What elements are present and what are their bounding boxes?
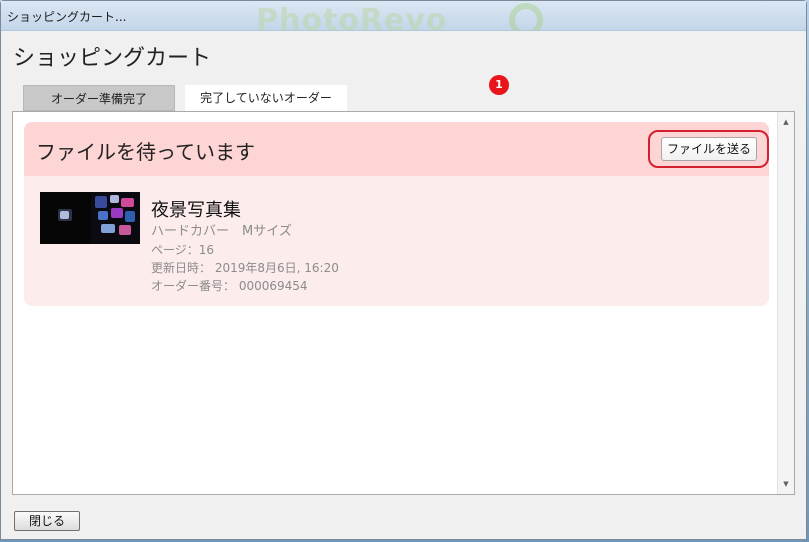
chevron-up-icon[interactable]: ▲ (778, 114, 794, 130)
thumbnail-photo (119, 225, 131, 235)
thumbnail-photo (101, 224, 115, 233)
tab-label: オーダー準備完了 (50, 92, 147, 106)
close-button[interactable]: 閉じる (14, 511, 80, 531)
item-title: 夜景写真集 (151, 200, 241, 221)
brand-logo-icon (509, 3, 543, 30)
photobook-thumbnail (40, 192, 140, 244)
chevron-down-icon[interactable]: ▼ (778, 476, 794, 492)
thumbnail-photo (111, 208, 123, 218)
order-card: ファイルを待っています ファイルを送る 夜景写真集 ハードカバー Mサイズ ペー… (24, 122, 769, 306)
thumbnail-photo (125, 211, 135, 222)
thumbnail-photo (121, 198, 134, 207)
tab-label: 完了していないオーダー (200, 91, 332, 105)
tab-incomplete-orders[interactable]: 完了していないオーダー 1 (185, 75, 509, 111)
thumbnail-photo (110, 195, 119, 203)
vertical-scrollbar[interactable]: ▲ ▼ (777, 112, 794, 494)
thumbnail-photo (58, 209, 72, 221)
shopping-cart-window: ショッピングカート... PhotoRevo ショッピングカート オーダー準備完… (0, 0, 807, 540)
item-order-number: オーダー番号： 000069454 (151, 279, 308, 293)
thumbnail-photo (95, 196, 107, 208)
item-product: ハードカバー Mサイズ (151, 224, 292, 239)
page-title: ショッピングカート (13, 46, 212, 71)
send-files-button[interactable]: ファイルを送る (661, 137, 757, 161)
thumbnail-right-page (91, 192, 140, 244)
item-pages: ページ：16 (151, 243, 215, 257)
thumbnail-left-page (40, 192, 89, 244)
notification-badge: 1 (489, 75, 509, 95)
tab-orders-ready[interactable]: オーダー準備完了 (23, 85, 175, 111)
window-title: ショッピングカート... (7, 10, 127, 24)
order-status-title: ファイルを待っています (36, 140, 255, 164)
orders-panel: ファイルを待っています ファイルを送る 夜景写真集 ハードカバー Mサイズ ペー… (12, 111, 795, 495)
item-updated: 更新日時： 2019年8月6日, 16:20 (151, 261, 339, 275)
title-bar[interactable]: ショッピングカート... PhotoRevo (1, 1, 806, 31)
order-card-header: ファイルを待っています ファイルを送る (24, 122, 769, 176)
brand-watermark: PhotoRevo (256, 3, 448, 31)
thumbnail-photo (98, 211, 108, 220)
